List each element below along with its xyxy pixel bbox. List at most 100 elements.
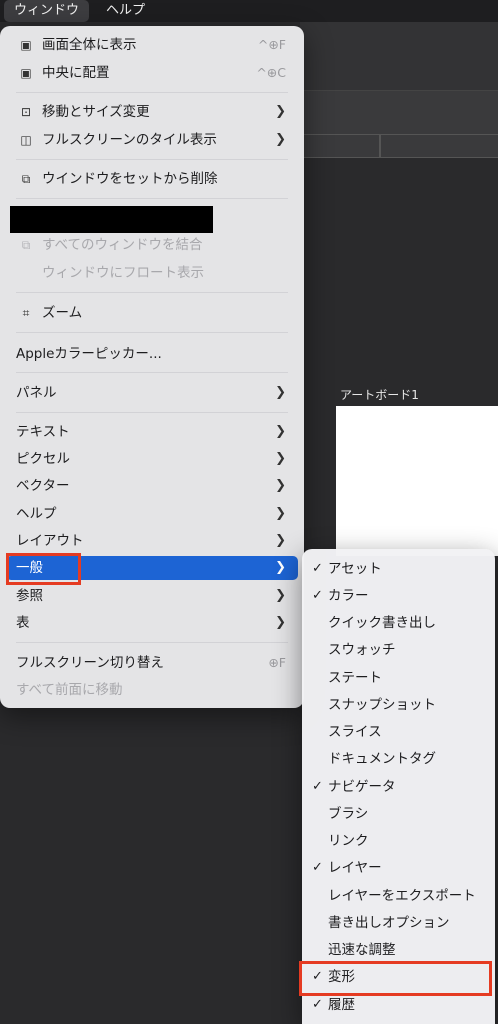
menu-item-zoom[interactable]: ⌗ ズーム [6, 301, 298, 325]
window-center-icon: ▣ [20, 66, 32, 80]
submenu-item-label: ドキュメントタグ [328, 751, 436, 767]
app-toolbar [300, 22, 498, 90]
submenu-item-brushes[interactable]: ブラシ [302, 802, 495, 826]
menu-item-label: 表 [16, 615, 30, 631]
shortcut: ^⊕F [257, 37, 286, 52]
menu-item-move-resize[interactable]: ⊡ 移動とサイズ変更 ❯ [6, 100, 298, 124]
window-fill-icon: ▣ [20, 38, 32, 52]
separator [16, 332, 288, 333]
menu-item-color-picker[interactable]: Appleカラーピッカー... [6, 342, 298, 366]
split-view-icon: ◫ [20, 133, 32, 147]
chevron-right-icon: ❯ [275, 132, 286, 147]
menu-item-text[interactable]: テキスト ❯ [6, 420, 298, 444]
submenu-item-label: スナップショット [328, 697, 436, 713]
menu-item-label: ウインドウをセットから削除 [42, 171, 218, 187]
submenu-item-export-layers[interactable]: レイヤーをエクスポート [302, 884, 495, 908]
menu-item-label: Appleカラーピッカー... [16, 346, 162, 362]
menu-item-table[interactable]: 表 ❯ [6, 611, 298, 635]
submenu-item-label: スライス [328, 724, 382, 740]
menu-bar: ウィンドウ ヘルプ [0, 0, 498, 22]
redacted-block [10, 206, 213, 233]
menu-item-merge-all[interactable]: ⧉ すべてのウィンドウを結合 [6, 233, 298, 257]
checkmark-icon: ✓ [312, 561, 323, 576]
submenu-item-navigator[interactable]: ✓ ナビゲータ [302, 775, 495, 799]
submenu-item-history[interactable]: ✓ 履歴 [302, 993, 495, 1017]
submenu-item-links[interactable]: リンク [302, 829, 495, 853]
menu-item-label: ウィンドウにフロート表示 [42, 265, 204, 281]
submenu-item-label: カラー [328, 588, 369, 604]
submenu-item-snapshots[interactable]: スナップショット [302, 693, 495, 717]
app-tab[interactable] [300, 134, 380, 158]
submenu-item-label: 迅速な調整 [328, 942, 396, 958]
menu-item-pixel[interactable]: ピクセル ❯ [6, 447, 298, 471]
menu-item-label: レイアウト [16, 533, 84, 549]
separator [16, 159, 288, 160]
chevron-right-icon: ❯ [275, 104, 286, 119]
submenu-item-label: スウォッチ [328, 642, 396, 658]
separator [16, 92, 288, 93]
separator [16, 642, 288, 643]
menu-item-label: 参照 [16, 588, 43, 604]
submenu-item-quick-export[interactable]: クイック書き出し [302, 611, 495, 635]
chevron-right-icon: ❯ [275, 451, 286, 466]
menu-item-label: ズーム [42, 305, 83, 321]
submenu-item-label: 書き出しオプション [328, 915, 450, 931]
submenu-item-export-options[interactable]: 書き出しオプション [302, 911, 495, 935]
submenu-item-label: ブラシ [328, 806, 369, 822]
menu-item-label: フルスクリーンのタイル表示 [42, 132, 217, 148]
checkmark-icon: ✓ [312, 588, 323, 603]
menu-item-label: フルスクリーン切り替え [16, 655, 164, 671]
menu-item-help[interactable]: ヘルプ ❯ [6, 502, 298, 526]
general-submenu: ✓ アセット ✓ カラー クイック書き出し スウォッチ ステート スナップショッ… [302, 549, 495, 1024]
menu-item-label: ヘルプ [16, 506, 57, 522]
artboard[interactable] [336, 406, 498, 556]
chevron-right-icon: ❯ [275, 615, 286, 630]
submenu-item-quick-adjust[interactable]: 迅速な調整 [302, 938, 495, 962]
checkmark-icon: ✓ [312, 997, 323, 1012]
menu-item-label: 中央に配置 [42, 65, 110, 81]
menu-item-label: すべて前面に移動 [16, 682, 123, 698]
zoom-frame-icon: ⌗ [22, 306, 30, 320]
separator [16, 372, 288, 373]
menu-item-fullscreen-tile[interactable]: ◫ フルスクリーンのタイル表示 ❯ [6, 128, 298, 152]
chevron-right-icon: ❯ [275, 424, 286, 439]
submenu-item-label: ステート [328, 670, 382, 686]
menu-item-remove-from-set[interactable]: ⧉ ウインドウをセットから削除 [6, 167, 298, 191]
menu-item-bring-all-front[interactable]: すべて前面に移動 [6, 678, 298, 702]
menu-item-center[interactable]: ▣ 中央に配置 ^⊕C [6, 61, 298, 85]
move-resize-icon: ⊡ [20, 105, 32, 119]
menu-item-float[interactable]: ウィンドウにフロート表示 [6, 261, 298, 285]
chevron-right-icon: ❯ [275, 533, 286, 548]
menu-item-fullscreen-show[interactable]: ▣ 画面全体に表示 ^⊕F [6, 33, 298, 57]
menu-item-label: すべてのウィンドウを結合 [42, 237, 203, 253]
app-panel-header [300, 90, 498, 135]
submenu-item-layers[interactable]: ✓ レイヤー [302, 856, 495, 880]
submenu-item-slices[interactable]: スライス [302, 720, 495, 744]
app-tab[interactable] [380, 134, 498, 158]
checkmark-icon: ✓ [312, 860, 323, 875]
menu-item-vector[interactable]: ベクター ❯ [6, 474, 298, 498]
menu-item-toggle-fullscreen[interactable]: フルスクリーン切り替え ⊕F [6, 651, 298, 675]
separator [16, 198, 288, 199]
artboard-label: アートボード1 [340, 388, 419, 402]
window-remove-icon: ⧉ [21, 172, 31, 186]
chevron-right-icon: ❯ [275, 506, 286, 521]
menu-item-label: ベクター [16, 478, 70, 494]
menu-item-label: 画面全体に表示 [42, 37, 137, 53]
shortcut: ⊕F [268, 655, 286, 670]
chevron-right-icon: ❯ [275, 588, 286, 603]
checkmark-icon: ✓ [312, 779, 323, 794]
submenu-item-label: 履歴 [328, 997, 355, 1013]
menu-item-reference[interactable]: 参照 ❯ [6, 584, 298, 608]
submenu-item-label: レイヤーをエクスポート [328, 888, 476, 904]
submenu-item-color[interactable]: ✓ カラー [302, 584, 495, 608]
menubar-window[interactable]: ウィンドウ [4, 0, 90, 22]
submenu-item-document-tags[interactable]: ドキュメントタグ [302, 747, 495, 771]
menu-item-layout[interactable]: レイアウト ❯ [6, 529, 298, 553]
submenu-item-states[interactable]: ステート [302, 666, 495, 690]
submenu-item-assets[interactable]: ✓ アセット [302, 557, 495, 581]
submenu-item-swatches[interactable]: スウォッチ [302, 638, 495, 662]
chevron-right-icon: ❯ [275, 478, 286, 493]
menubar-help[interactable]: ヘルプ [96, 0, 155, 22]
menu-item-panel[interactable]: パネル ❯ [6, 381, 298, 405]
